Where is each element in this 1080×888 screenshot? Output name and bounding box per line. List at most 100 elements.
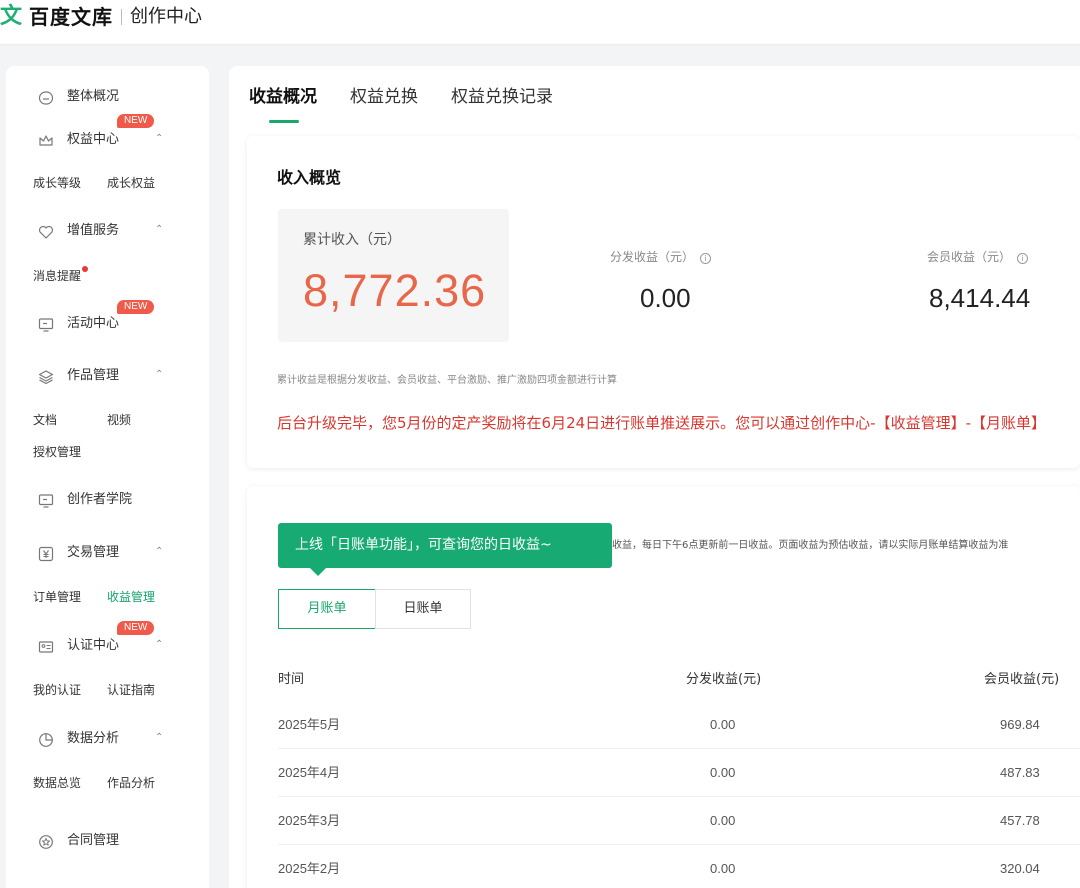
chevron-up-icon[interactable]: ⌃: [155, 639, 163, 650]
sidebar-sub-message-alert[interactable]: 消息提醒: [33, 268, 81, 284]
total-income-label: 累计收入（元）: [303, 232, 401, 248]
active-tab-indicator: [269, 120, 299, 123]
info-icon[interactable]: i: [1017, 253, 1029, 264]
sidebar-item-label: 增值服务: [67, 223, 120, 238]
sidebar: 整体概况 权益中心 ⌃ NEW 成长等级 成长权益 增值服务 ⌃ 消息提醒 活动…: [6, 66, 209, 888]
sidebar-item-label: 交易管理: [67, 545, 120, 560]
sidebar-sub-growth-level[interactable]: 成长等级: [33, 175, 81, 191]
top-header: 文 百度文库 创作中心: [0, 0, 1080, 44]
sidebar-item-label: 合同管理: [67, 833, 120, 848]
tab-exchange-records[interactable]: 权益兑换记录: [451, 86, 553, 108]
monitor-icon: [37, 492, 55, 510]
section-title: 创作中心: [130, 6, 202, 27]
chevron-up-icon[interactable]: ⌃: [155, 133, 163, 144]
sidebar-item-label: 数据分析: [67, 731, 120, 746]
cell-distribution: 0.00: [710, 861, 736, 876]
sidebar-item-trade-mgmt[interactable]: 交易管理 ⌃: [37, 542, 197, 566]
cell-member: 457.78: [1000, 813, 1040, 828]
sidebar-sub-video[interactable]: 视频: [107, 412, 131, 428]
sidebar-item-works-mgmt[interactable]: 作品管理 ⌃: [37, 365, 197, 389]
monitor-icon: [37, 316, 55, 334]
sidebar-item-activity-center[interactable]: 活动中心: [37, 313, 197, 337]
sidebar-item-label: 活动中心: [67, 316, 120, 331]
cell-distribution: 0.00: [710, 813, 736, 828]
sidebar-sub-growth-rights[interactable]: 成长权益: [107, 175, 155, 191]
member-income-label: 会员收益（元） i: [927, 249, 1029, 265]
member-income-value: 8,414.44: [929, 283, 1031, 313]
chevron-up-icon[interactable]: ⌃: [155, 732, 163, 743]
cell-month: 2025年3月: [278, 813, 341, 828]
distribution-income-label: 分发收益（元） i: [610, 249, 712, 265]
bills-card: 上线「日账单功能」，可查询您的日收益~ 收益，每日下午6点更新前一日收益。页面收…: [247, 486, 1080, 888]
column-header-distribution: 分发收益(元): [686, 672, 762, 687]
heart-icon: [37, 223, 55, 241]
card-title: 收入概览: [277, 168, 342, 187]
main-panel: 收益概况 权益兑换 权益兑换记录 收入概览 累计收入（元） 8,772.36 分…: [229, 66, 1080, 888]
upgrade-alert: 后台升级完毕，您5月份的定产奖励将在6月24日进行账单推送展示。您可以通过创作中…: [277, 414, 1047, 432]
sidebar-sub-income-mgmt[interactable]: 收益管理: [107, 589, 155, 605]
column-header-member: 会员收益(元): [984, 672, 1060, 687]
daily-bill-tooltip: 上线「日账单功能」，可查询您的日收益~: [278, 523, 612, 568]
distribution-label-text: 分发收益（元）: [610, 250, 695, 264]
sidebar-item-creator-academy[interactable]: 创作者学院: [37, 489, 197, 513]
new-badge: NEW: [117, 114, 155, 128]
sidebar-sub-works-analysis[interactable]: 作品分析: [107, 775, 155, 791]
tooltip-arrow: [310, 568, 326, 576]
income-overview-card: 收入概览 累计收入（元） 8,772.36 分发收益（元） i 0.00 会员收益…: [247, 136, 1080, 468]
new-badge: NEW: [117, 300, 155, 314]
sidebar-item-rights-center[interactable]: 权益中心 ⌃: [37, 129, 197, 153]
table-row: 2025年5月 0.00 969.84: [278, 701, 1080, 749]
tab-rights-exchange[interactable]: 权益兑换: [350, 86, 418, 108]
sidebar-item-label: 整体概况: [67, 89, 120, 104]
logo-icon[interactable]: 文: [0, 4, 22, 30]
cell-distribution: 0.00: [710, 765, 736, 780]
cell-member: 320.04: [1000, 861, 1040, 876]
total-income-box: 累计收入（元） 8,772.36: [278, 209, 509, 342]
table-row: 2025年2月 0.00 320.04: [278, 845, 1080, 888]
member-label-text: 会员收益（元）: [927, 250, 1012, 264]
tab-income-overview[interactable]: 收益概况: [249, 86, 317, 108]
total-income-value: 8,772.36: [303, 265, 487, 316]
chevron-up-icon[interactable]: ⌃: [155, 369, 163, 380]
table-row: 2025年4月 0.00 487.83: [278, 749, 1080, 797]
sidebar-sub-docs[interactable]: 文档: [33, 412, 57, 428]
dashboard-icon: [37, 89, 55, 107]
sidebar-item-overview[interactable]: 整体概况: [37, 86, 197, 110]
chevron-up-icon[interactable]: ⌃: [155, 546, 163, 557]
sidebar-item-label: 创作者学院: [67, 492, 133, 507]
monthly-bill-button[interactable]: 月账单: [278, 589, 376, 629]
info-icon[interactable]: i: [700, 253, 712, 264]
table-row: 2025年3月 0.00 457.78: [278, 797, 1080, 845]
cell-month: 2025年4月: [278, 765, 341, 780]
cell-month: 2025年5月: [278, 717, 341, 732]
sidebar-item-data-analysis[interactable]: 数据分析 ⌃: [37, 728, 197, 752]
new-badge: NEW: [117, 621, 155, 635]
sidebar-item-value-added[interactable]: 增值服务 ⌃: [37, 220, 197, 244]
logo-text[interactable]: 百度文库: [29, 5, 113, 29]
sidebar-item-contract-mgmt[interactable]: 合同管理: [37, 830, 197, 854]
sidebar-item-label: 作品管理: [67, 368, 120, 383]
cell-month: 2025年2月: [278, 861, 341, 876]
pie-chart-icon: [37, 731, 55, 749]
layers-icon: [37, 368, 55, 386]
notification-dot: [82, 266, 88, 272]
cell-member: 969.84: [1000, 717, 1040, 732]
bills-update-note: 收益，每日下午6点更新前一日收益。页面收益为预估收益，请以实际月账单结算收益为准: [612, 540, 1009, 551]
crown-icon: [37, 132, 55, 150]
cell-member: 487.83: [1000, 765, 1040, 780]
distribution-income-value: 0.00: [640, 283, 691, 313]
sidebar-sub-data-overview[interactable]: 数据总览: [33, 775, 81, 791]
income-calc-note: 累计收益是根据分发收益、会员收益、平台激励、推广激励四项金额进行计算: [277, 375, 617, 386]
chevron-up-icon[interactable]: ⌃: [155, 224, 163, 235]
sidebar-item-label: 认证中心: [67, 638, 120, 653]
sidebar-sub-cert-guide[interactable]: 认证指南: [107, 682, 155, 698]
sidebar-sub-order-mgmt[interactable]: 订单管理: [33, 589, 81, 605]
sidebar-sub-my-cert[interactable]: 我的认证: [33, 682, 81, 698]
yuan-icon: [37, 545, 55, 563]
sidebar-item-label: 权益中心: [67, 132, 120, 147]
header-divider: [121, 9, 122, 25]
sidebar-sub-license-mgmt[interactable]: 授权管理: [33, 444, 81, 460]
daily-bill-button[interactable]: 日账单: [375, 589, 471, 629]
column-header-time: 时间: [278, 672, 305, 687]
sidebar-item-cert-center[interactable]: 认证中心 ⌃: [37, 635, 197, 659]
